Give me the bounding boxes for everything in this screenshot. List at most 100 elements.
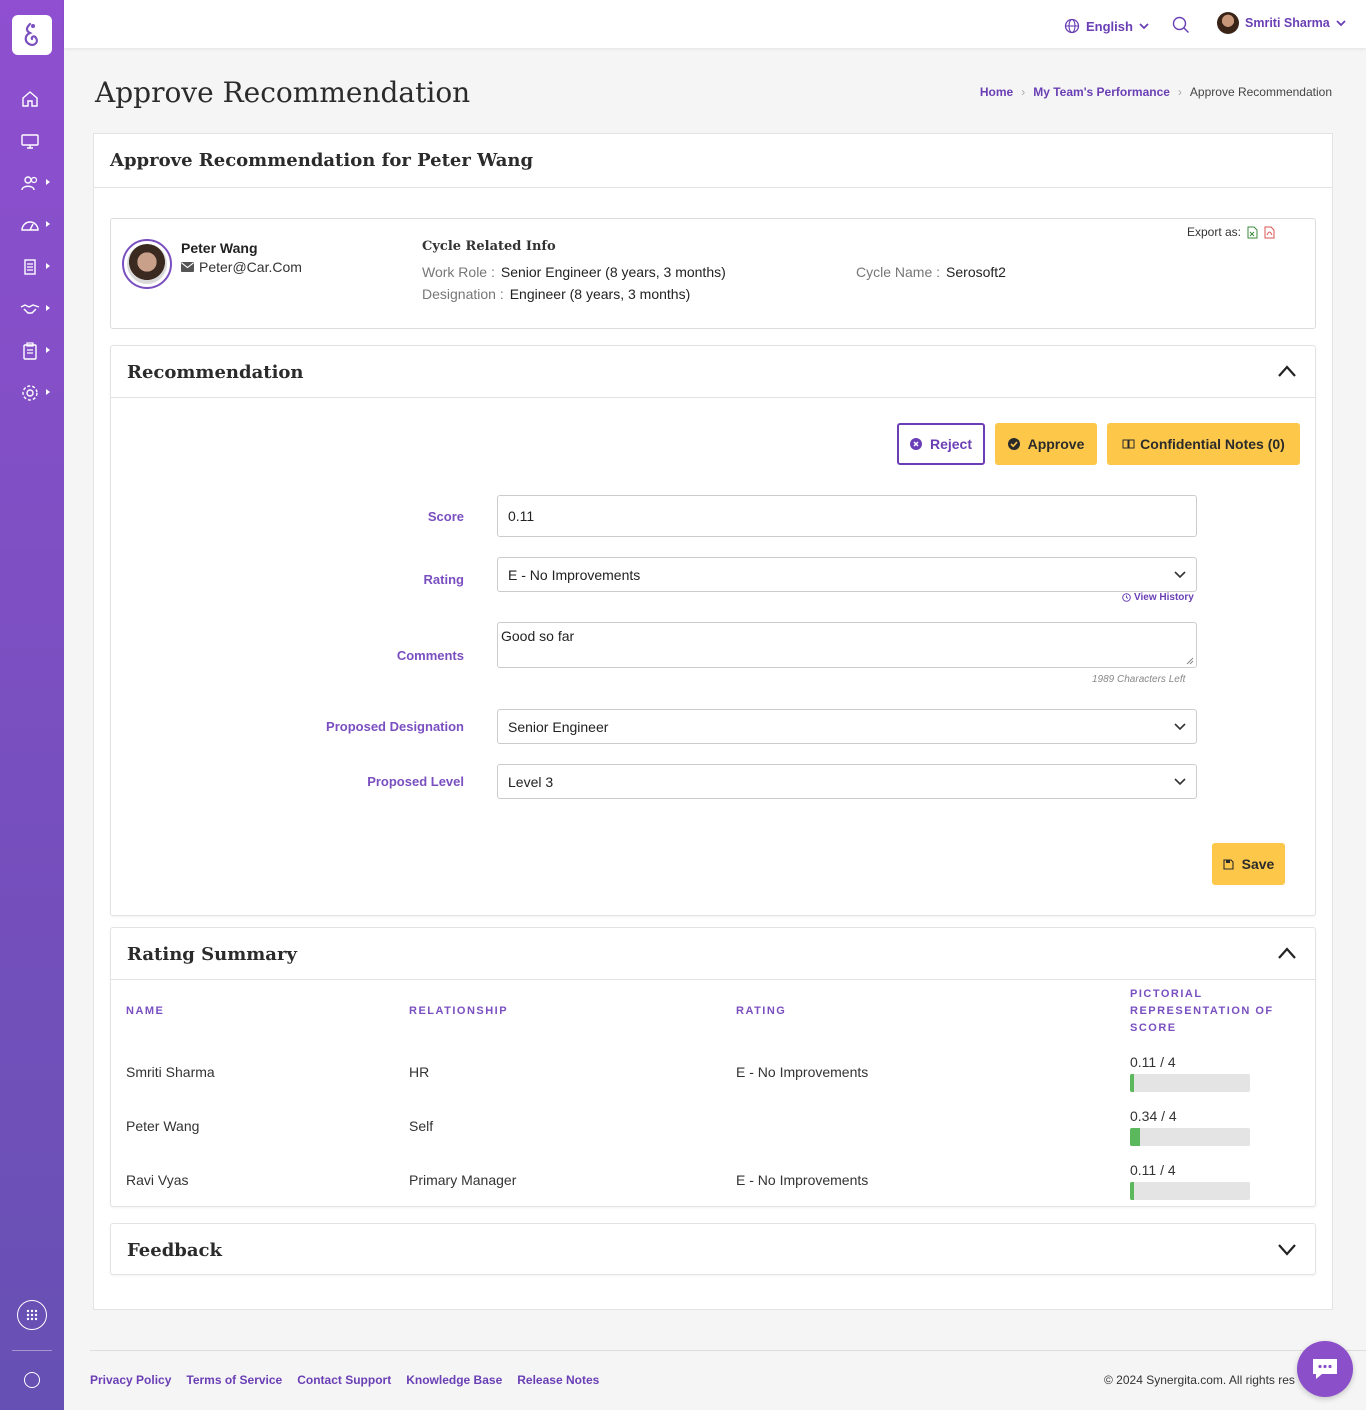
breadcrumb-home[interactable]: Home <box>980 85 1013 99</box>
app-logo[interactable] <box>12 15 52 55</box>
score-bar-fill <box>1130 1128 1141 1146</box>
table-cell-relationship: HR <box>409 1064 430 1080</box>
release-notes-link[interactable]: Release Notes <box>517 1373 599 1387</box>
column-header-rating: RATING <box>736 1005 787 1017</box>
chevron-down-icon <box>1174 777 1186 785</box>
rating-label: Rating <box>423 572 464 587</box>
score-input[interactable]: 0.11 <box>497 495 1197 537</box>
mail-icon <box>181 262 194 272</box>
proposed-designation-value: Senior Engineer <box>508 718 609 735</box>
sidebar-divider <box>12 1350 52 1351</box>
dashboard-icon[interactable] <box>20 214 50 236</box>
proposed-designation-select[interactable]: Senior Engineer <box>497 709 1197 744</box>
approve-button[interactable]: Approve <box>995 423 1097 465</box>
table-cell-rating: E - No Improvements <box>736 1172 869 1188</box>
score-value: 0.11 <box>508 508 535 524</box>
score-text: 0.11 / 4 <box>1130 1162 1176 1178</box>
card-title: Approve Recommendation for Peter Wang <box>94 134 1332 188</box>
chevron-up-icon[interactable] <box>1277 364 1297 378</box>
footer-divider <box>90 1350 1366 1351</box>
score-bar <box>1130 1182 1250 1200</box>
view-history-label: View History <box>1134 592 1194 603</box>
chevron-down-icon <box>1174 570 1186 578</box>
breadcrumb: Home › My Team's Performance › Approve R… <box>980 85 1332 99</box>
contact-support-link[interactable]: Contact Support <box>297 1373 391 1387</box>
feedback-header[interactable]: Feedback <box>111 1224 1315 1276</box>
reject-label: Reject <box>929 436 973 452</box>
rating-select[interactable]: E - No Improvements <box>497 557 1197 592</box>
footer-links: Privacy Policy Terms of Service Contact … <box>90 1373 599 1387</box>
feedback-section: Feedback <box>110 1223 1316 1275</box>
notebook-icon <box>1122 439 1135 449</box>
designation: Designation : Engineer (8 years, 3 months… <box>422 286 690 302</box>
table-cell-relationship: Self <box>409 1118 434 1134</box>
approve-label: Approve <box>1027 436 1085 452</box>
main-card: Approve Recommendation for Peter Wang Pe… <box>93 133 1333 1310</box>
pdf-export-icon[interactable] <box>1264 226 1275 239</box>
monitor-icon[interactable] <box>20 130 48 152</box>
export-label: Export as: <box>1186 225 1241 239</box>
handshake-icon[interactable] <box>20 298 50 320</box>
comments-value: Good so far <box>501 628 575 644</box>
terms-of-service-link[interactable]: Terms of Service <box>186 1373 282 1387</box>
employee-email-text: Peter@Car.Com <box>199 259 302 275</box>
column-header-name: NAME <box>126 1005 165 1017</box>
chat-icon <box>1313 1359 1337 1379</box>
proposed-level-value: Level 3 <box>508 773 554 790</box>
top-bar: English Smriti Sharma <box>64 0 1366 48</box>
column-header-pictorial-score: PICTORIAL REPRESENTATION OF SCORE <box>1130 988 1274 1034</box>
designation-value: Engineer (8 years, 3 months) <box>509 286 691 302</box>
score-text: 0.11 / 4 <box>1130 1054 1176 1070</box>
documents-icon[interactable] <box>20 256 50 278</box>
work-role: Work Role : Senior Engineer (8 years, 3 m… <box>422 264 726 280</box>
table-cell-name: Ravi Vyas <box>126 1172 189 1188</box>
privacy-policy-link[interactable]: Privacy Policy <box>90 1373 171 1387</box>
chevron-up-icon[interactable] <box>1277 946 1297 960</box>
home-icon[interactable] <box>20 88 48 110</box>
breadcrumb-team-performance[interactable]: My Team's Performance <box>1033 85 1170 99</box>
save-button[interactable]: Save <box>1212 843 1285 885</box>
rating-value: E - No Improvements <box>508 566 641 583</box>
chevron-down-icon[interactable] <box>1277 1242 1297 1256</box>
view-history-link[interactable]: View History <box>1122 592 1194 603</box>
table-cell-name: Peter Wang <box>126 1118 200 1134</box>
confidential-notes-button[interactable]: Confidential Notes (0) <box>1107 423 1300 465</box>
cycle-name-value: Serosoft2 <box>946 264 1006 280</box>
work-role-value: Senior Engineer (8 years, 3 months) <box>500 264 726 280</box>
cycle-name: Cycle Name : Serosoft2 <box>856 264 1006 280</box>
clipboard-icon[interactable] <box>20 340 50 362</box>
excel-export-icon[interactable] <box>1247 226 1258 239</box>
employee-email: Peter@Car.Com <box>181 259 302 275</box>
expand-sidebar-icon[interactable] <box>24 1372 40 1388</box>
proposed-level-select[interactable]: Level 3 <box>497 764 1197 799</box>
chevron-down-icon <box>1174 722 1186 730</box>
resize-handle-icon[interactable] <box>1186 657 1194 665</box>
confidential-notes-label: Confidential Notes (0) <box>1140 436 1285 452</box>
user-menu[interactable]: Smriti Sharma <box>1217 12 1346 34</box>
rating-summary-header[interactable]: Rating Summary <box>111 928 1315 980</box>
avatar <box>1217 12 1239 34</box>
employee-name: Peter Wang <box>181 240 258 256</box>
breadcrumb-separator: › <box>1021 85 1026 99</box>
settings-icon[interactable] <box>20 382 50 404</box>
recommendation-header[interactable]: Recommendation <box>111 346 1315 398</box>
breadcrumb-separator: › <box>1177 85 1182 99</box>
check-circle-icon <box>1007 438 1020 450</box>
designation-label: Designation : <box>422 286 504 302</box>
feedback-title: Feedback <box>127 1240 222 1261</box>
knowledge-base-link[interactable]: Knowledge Base <box>406 1373 502 1387</box>
language-label: English <box>1086 18 1133 34</box>
proposed-designation-label: Proposed Designation <box>326 719 464 734</box>
search-icon[interactable] <box>1172 16 1190 39</box>
reject-button[interactable]: Reject <box>897 423 985 465</box>
language-selector[interactable]: English <box>1064 18 1149 34</box>
rating-summary-section: Rating Summary NAME RELATIONSHIP RATING … <box>110 927 1316 1207</box>
save-label: Save <box>1241 856 1275 872</box>
apps-grid-icon[interactable] <box>17 1300 47 1330</box>
comments-textarea[interactable]: Good so far <box>497 622 1197 668</box>
score-bar <box>1130 1074 1250 1092</box>
team-icon[interactable] <box>20 172 50 194</box>
comments-label: Comments <box>396 648 464 663</box>
close-circle-icon <box>909 438 922 450</box>
chat-support-button[interactable] <box>1297 1341 1353 1397</box>
